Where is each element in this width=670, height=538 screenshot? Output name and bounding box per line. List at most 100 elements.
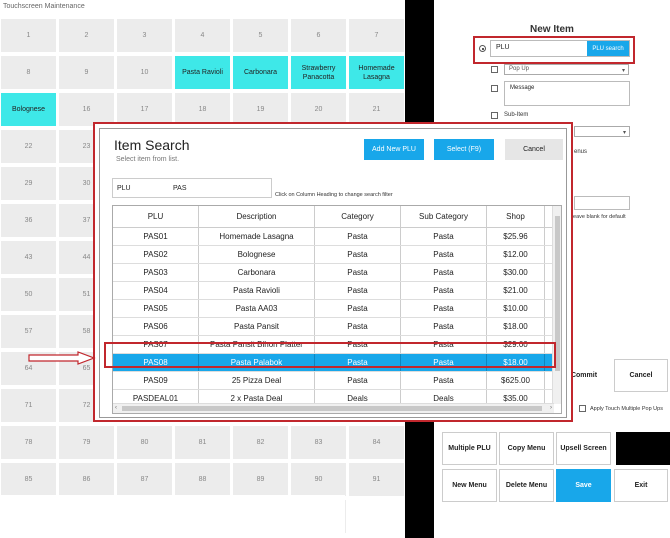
scroll-thumb[interactable] xyxy=(122,406,542,411)
column-header[interactable]: Shop xyxy=(487,206,545,227)
grid-button[interactable]: 29 xyxy=(1,167,56,200)
item-search-dialog: Item Search Select item from list. Add N… xyxy=(99,128,567,418)
grid-button[interactable]: 79 xyxy=(59,426,114,459)
table-cell: Pasta xyxy=(315,264,401,281)
delete-menu-button[interactable]: Delete Menu xyxy=(499,469,554,502)
grid-button[interactable]: 82 xyxy=(233,426,288,459)
column-header[interactable]: Sub Category xyxy=(401,206,487,227)
grid-button[interactable]: 85 xyxy=(1,463,56,496)
popup-select[interactable]: Pop Up ▾ xyxy=(504,64,629,75)
table-cell: Pasta AA03 xyxy=(199,300,315,317)
apply-touch-checkbox[interactable] xyxy=(579,405,586,412)
grid-button[interactable]: Homemade Lasagna xyxy=(349,56,404,89)
table-cell: PAS03 xyxy=(113,264,199,281)
results-table: PLU Description Category Sub Category Shop P… xyxy=(112,205,562,414)
table-row[interactable]: PAS09 25 Pizza Deal Pasta Pasta $625.00 xyxy=(113,372,553,390)
grid-button[interactable]: 2 xyxy=(59,19,114,52)
table-cell: PAS05 xyxy=(113,300,199,317)
table-row[interactable]: PAS03 Carbonara Pasta Pasta $30.00 xyxy=(113,264,553,282)
exit-button[interactable]: Exit xyxy=(614,469,668,502)
chevron-left-icon[interactable]: ‹ xyxy=(115,405,117,411)
grid-button[interactable]: 50 xyxy=(1,278,56,311)
subitem-select[interactable]: ▾ xyxy=(574,126,630,137)
table-cell: $12.00 xyxy=(487,246,545,263)
grid-button[interactable]: Pasta Ravioli xyxy=(175,56,230,89)
vertical-scrollbar[interactable] xyxy=(552,206,561,404)
grid-button[interactable]: 81 xyxy=(175,426,230,459)
table-cell: Pasta xyxy=(401,264,487,281)
default-field[interactable] xyxy=(574,196,630,210)
table-cell: Bolognese xyxy=(199,246,315,263)
grid-button[interactable]: 43 xyxy=(1,241,56,274)
new-menu-button[interactable]: New Menu xyxy=(442,469,497,502)
horizontal-scrollbar[interactable]: ‹ › xyxy=(113,403,554,413)
popup-checkbox[interactable] xyxy=(491,66,498,73)
table-cell: Pasta xyxy=(401,246,487,263)
plu-search-button[interactable]: PLU search xyxy=(587,41,629,56)
table-cell: $21.00 xyxy=(487,282,545,299)
table-cell: Pasta xyxy=(315,372,401,389)
grid-button[interactable]: 9 xyxy=(59,56,114,89)
table-cell: Pasta xyxy=(315,300,401,317)
grid-button[interactable]: 3 xyxy=(117,19,172,52)
table-cell: Pasta xyxy=(315,282,401,299)
table-row[interactable]: PAS02 Bolognese Pasta Pasta $12.00 xyxy=(113,246,553,264)
grid-button[interactable]: 6 xyxy=(291,19,346,52)
search-filter[interactable]: PLU PAS xyxy=(112,178,272,198)
chevron-down-icon: ▾ xyxy=(621,68,625,74)
table-cell: PAS04 xyxy=(113,282,199,299)
grid-button[interactable]: 7 xyxy=(349,19,404,52)
save-button[interactable]: Save xyxy=(556,469,611,502)
copy-menu-button[interactable]: Copy Menu xyxy=(499,432,554,465)
grid-button[interactable]: 71 xyxy=(1,389,56,422)
cancel-dialog-button[interactable]: Cancel xyxy=(505,139,563,160)
search-input[interactable]: PAS xyxy=(173,185,187,192)
column-header[interactable]: Description xyxy=(199,206,315,227)
grid-button[interactable]: 36 xyxy=(1,204,56,237)
table-row[interactable]: PAS06 Pasta Pansit Pasta Pasta $18.00 xyxy=(113,318,553,336)
grid-button[interactable]: Bolognese xyxy=(1,93,56,126)
grid-button[interactable]: 89 xyxy=(233,463,288,496)
grid-button[interactable]: 57 xyxy=(1,315,56,348)
subitem-checkbox[interactable] xyxy=(491,112,498,119)
grid-button[interactable]: 1 xyxy=(1,19,56,52)
table-cell: $625.00 xyxy=(487,372,545,389)
grid-button[interactable]: 83 xyxy=(291,426,346,459)
cancel-item-button[interactable]: Cancel xyxy=(614,359,668,392)
grid-button[interactable]: 88 xyxy=(175,463,230,496)
grid-button[interactable]: 80 xyxy=(117,426,172,459)
plu-radio[interactable] xyxy=(479,45,486,52)
chevron-down-icon: ▾ xyxy=(622,130,626,136)
grid-button[interactable]: 90 xyxy=(291,463,346,496)
add-new-plu-button[interactable]: Add New PLU xyxy=(364,139,424,160)
grid-button[interactable]: 10 xyxy=(117,56,172,89)
message-checkbox[interactable] xyxy=(491,85,498,92)
message-field[interactable]: Message xyxy=(504,81,630,106)
grid-button[interactable]: 8 xyxy=(1,56,56,89)
grid-button[interactable]: 91 xyxy=(349,463,404,496)
table-cell: Pasta xyxy=(315,228,401,245)
multiple-plu-button[interactable]: Multiple PLU xyxy=(442,432,497,465)
table-cell: 25 Pizza Deal xyxy=(199,372,315,389)
column-header[interactable]: Category xyxy=(315,206,401,227)
table-row[interactable]: PAS04 Pasta Ravioli Pasta Pasta $21.00 xyxy=(113,282,553,300)
grid-button[interactable]: 5 xyxy=(233,19,288,52)
grid-button[interactable]: 4 xyxy=(175,19,230,52)
column-filter-hint: Click on Column Heading to change search… xyxy=(275,192,393,198)
grid-button[interactable]: Strawberry Panacotta xyxy=(291,56,346,89)
select-button[interactable]: Select (F9) xyxy=(434,139,494,160)
grid-button[interactable]: 87 xyxy=(117,463,172,496)
upsell-screen-button[interactable]: Upsell Screen xyxy=(556,432,611,465)
table-cell: Pasta xyxy=(315,246,401,263)
chevron-right-icon[interactable]: › xyxy=(550,405,552,411)
grid-button[interactable]: 84 xyxy=(349,426,404,459)
column-header[interactable]: PLU xyxy=(113,206,199,227)
menus-label: enus xyxy=(574,149,588,155)
table-row[interactable]: PAS05 Pasta AA03 Pasta Pasta $10.00 xyxy=(113,300,553,318)
grid-button[interactable]: 86 xyxy=(59,463,114,496)
table-cell: Pasta xyxy=(315,318,401,335)
grid-button[interactable]: Carbonara xyxy=(233,56,288,89)
table-row[interactable]: PAS01 Homemade Lasagna Pasta Pasta $25.96 xyxy=(113,228,553,246)
grid-button[interactable]: 78 xyxy=(1,426,56,459)
grid-button[interactable]: 22 xyxy=(1,130,56,163)
